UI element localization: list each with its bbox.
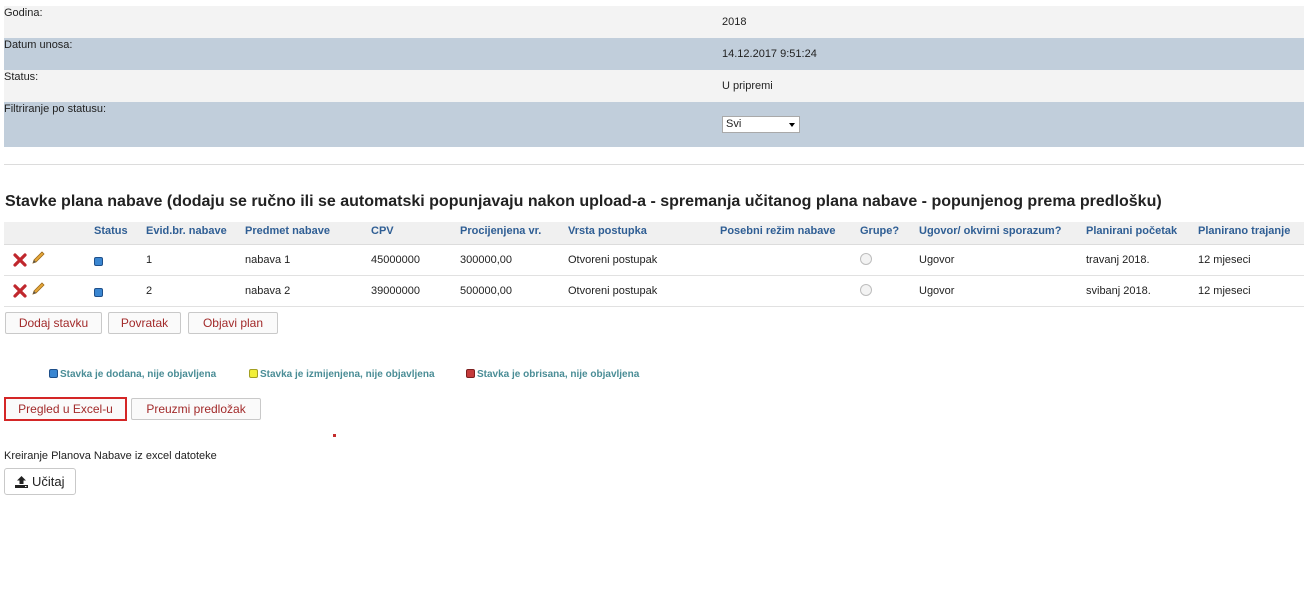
table-row: 1 nabava 1 45000000 300000,00 Otvoreni p… — [4, 245, 1304, 276]
cell-vrijednost: 300000,00 — [460, 254, 512, 266]
red-square-icon — [466, 369, 475, 378]
legend-added-label: Stavka je dodana, nije objavljena — [60, 369, 217, 380]
table-header: Status Evid.br. nabave Predmet nabave CP… — [4, 222, 1304, 245]
cell-trajanje: 12 mjeseci — [1198, 254, 1251, 266]
cell-pocetak: svibanj 2018. — [1086, 285, 1151, 297]
col-grupe[interactable]: Grupe? — [860, 225, 899, 237]
status-filter-value: Svi — [726, 118, 742, 130]
cell-trajanje: 12 mjeseci — [1198, 285, 1251, 297]
cell-ugovor: Ugovor — [919, 285, 955, 297]
cell-vrijednost: 500000,00 — [460, 285, 512, 297]
legend-added: Stavka je dodana, nije objavljena — [49, 369, 216, 380]
status-value: U pripremi — [722, 80, 773, 92]
cell-postupak: Otvoreni postupak — [568, 254, 658, 266]
cell-cpv: 39000000 — [371, 285, 420, 297]
cell-pocetak: travanj 2018. — [1086, 254, 1150, 266]
status-added-icon — [94, 257, 103, 266]
datum-unosa-value: 14.12.2017 9:51:24 — [722, 48, 817, 60]
cell-predmet: nabava 1 — [245, 254, 291, 266]
pregled-excel-button[interactable]: Pregled u Excel-u — [4, 397, 127, 421]
delete-icon[interactable] — [12, 252, 28, 268]
col-ugovor[interactable]: Ugovor/ okvirni sporazum? — [919, 225, 1061, 237]
col-trajanje[interactable]: Planirano trajanje — [1198, 225, 1290, 237]
legend-changed-label: Stavka je izmijenjena, nije objavljena — [260, 369, 435, 380]
table-row: 2 nabava 2 39000000 500000,00 Otvoreni p… — [4, 276, 1304, 307]
col-predmet[interactable]: Predmet nabave — [245, 225, 330, 237]
ucitaj-button[interactable]: Učitaj — [4, 468, 76, 495]
godina-label: Godina: — [4, 7, 43, 19]
col-evid[interactable]: Evid.br. nabave — [146, 225, 227, 237]
marker-dot — [333, 434, 336, 437]
status-filter-select[interactable]: Svi — [722, 116, 800, 133]
edit-pencil-icon[interactable] — [30, 250, 46, 266]
status-label: Status: — [4, 71, 39, 83]
cell-predmet: nabava 2 — [245, 285, 291, 297]
yellow-square-icon — [249, 369, 258, 378]
section-title: Stavke plana nabave (dodaju se ručno ili… — [5, 193, 1162, 210]
godina-value: 2018 — [722, 16, 747, 28]
grupe-radio — [860, 284, 872, 296]
dodaj-stavku-button[interactable]: Dodaj stavku — [5, 312, 102, 334]
upload-icon — [15, 476, 28, 488]
blue-square-icon — [49, 369, 58, 378]
preuzmi-predlozak-button[interactable]: Preuzmi predložak — [131, 398, 261, 420]
col-pocetak[interactable]: Planirani početak — [1086, 225, 1177, 237]
import-label: Kreiranje Planova Nabave iz excel datote… — [4, 450, 217, 462]
objavi-plan-button[interactable]: Objavi plan — [188, 312, 278, 334]
legend-deleted-label: Stavka je obrisana, nije objavljena — [477, 369, 640, 380]
datum-unosa-label: Datum unosa: — [4, 39, 73, 51]
filter-label: Filtriranje po statusu: — [4, 103, 107, 115]
col-status[interactable]: Status — [94, 225, 128, 237]
delete-icon[interactable] — [12, 283, 28, 299]
col-vrijednost[interactable]: Procijenjena vr. — [460, 225, 541, 237]
ucitaj-label: Učitaj — [32, 474, 65, 489]
cell-evid: 2 — [146, 285, 153, 297]
legend-changed: Stavka je izmijenjena, nije objavljena — [249, 369, 435, 380]
divider — [4, 164, 1304, 165]
status-added-icon — [94, 288, 103, 297]
dropdown-arrow-icon — [789, 123, 795, 127]
cell-postupak: Otvoreni postupak — [568, 285, 658, 297]
info-row-status: Status: U pripremi — [4, 70, 1304, 102]
legend-deleted: Stavka je obrisana, nije objavljena — [466, 369, 639, 380]
info-row-datum: Datum unosa: 14.12.2017 9:51:24 — [4, 38, 1304, 70]
edit-pencil-icon[interactable] — [30, 281, 46, 297]
cell-ugovor: Ugovor — [919, 254, 955, 266]
col-postupak[interactable]: Vrsta postupka — [568, 225, 647, 237]
grupe-radio — [860, 253, 872, 265]
info-row-godina: Godina: 2018 — [4, 6, 1304, 38]
col-rezim[interactable]: Posebni režim nabave — [720, 225, 836, 237]
col-cpv[interactable]: CPV — [371, 225, 394, 237]
cell-cpv: 45000000 — [371, 254, 420, 266]
cell-evid: 1 — [146, 254, 153, 266]
info-row-filter: Filtriranje po statusu: Svi — [4, 102, 1304, 147]
povratak-button[interactable]: Povratak — [108, 312, 181, 334]
